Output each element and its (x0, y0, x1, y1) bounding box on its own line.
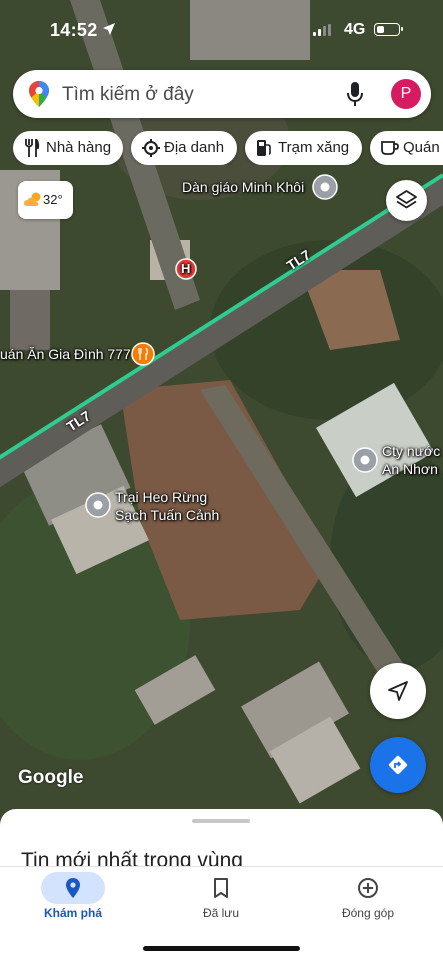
weather-widget[interactable]: 32° (18, 181, 73, 219)
restaurant-icon[interactable] (131, 342, 155, 366)
home-indicator[interactable] (143, 946, 300, 951)
nav-contribute[interactable]: Đóng góp (308, 867, 428, 937)
nav-icon-pill (336, 872, 400, 904)
recenter-button[interactable] (370, 663, 426, 719)
sheet-drag-handle[interactable] (192, 819, 250, 823)
battery-nub (401, 27, 403, 31)
status-bar: 14:52 4G (0, 0, 443, 60)
category-chips: Nhà hàng Địa danh Trạm xăng Quán (13, 131, 443, 165)
google-maps-pin-icon (29, 81, 49, 107)
add-circle-icon (358, 878, 378, 898)
search-bar[interactable]: Tìm kiếm ở đây P (13, 70, 431, 118)
weather-temperature: 32° (43, 192, 63, 207)
nav-explore[interactable]: Khám phá (13, 867, 133, 937)
bookmark-icon (214, 878, 228, 898)
chip-label: Nhà hàng (46, 139, 112, 156)
chip-label: Quán (403, 139, 440, 156)
chip-gas-stations[interactable]: Trạm xăng (245, 131, 362, 165)
location-arrow-icon (103, 23, 115, 35)
nav-saved[interactable]: Đã lưu (161, 867, 281, 937)
pin-icon[interactable] (352, 447, 378, 473)
directions-icon (388, 755, 408, 775)
battery-level (376, 25, 384, 33)
hospital-letter: H (181, 261, 191, 276)
pin-icon[interactable] (312, 174, 338, 200)
pin-icon[interactable] (85, 492, 111, 518)
network-type: 4G (344, 21, 366, 38)
status-time: 14:52 (50, 20, 98, 40)
chip-cafes[interactable]: Quán (370, 131, 443, 165)
nav-icon-pill (189, 872, 253, 904)
partly-cloudy-icon (24, 192, 41, 206)
navigation-arrow-icon (388, 681, 408, 701)
fuel-icon (257, 140, 271, 156)
place-label-quan-an[interactable]: uán Ăn Gia Đình 777 (0, 346, 131, 362)
explore-pin-icon (66, 878, 80, 898)
nav-label: Đã lưu (202, 906, 240, 920)
place-label-trai-heo[interactable]: Trại Heo Rừng (115, 489, 207, 505)
avatar[interactable]: P (391, 79, 421, 109)
nav-label: Đóng góp (341, 906, 395, 920)
nav-label: Khám phá (43, 906, 102, 920)
battery-icon (374, 23, 403, 36)
nav-icon-pill (41, 872, 105, 904)
cellular-signal-icon (313, 24, 331, 36)
layers-icon (396, 190, 417, 209)
chip-restaurants[interactable]: Nhà hàng (13, 131, 123, 165)
coffee-icon (381, 141, 399, 155)
place-label-dan-giao[interactable]: Dàn giáo Minh Khôi (182, 179, 304, 195)
layers-button[interactable] (386, 180, 427, 221)
chip-label: Địa danh (164, 139, 225, 156)
chip-label: Trạm xăng (278, 139, 350, 156)
place-label-cty-nuoc-line2[interactable]: An Nhơn (382, 461, 438, 477)
place-label-cty-nuoc[interactable]: Cty nước (382, 443, 440, 459)
search-placeholder[interactable]: Tìm kiếm ở đây (62, 84, 194, 106)
landmark-icon (142, 139, 160, 157)
utensils-icon (25, 139, 40, 157)
chip-landmarks[interactable]: Địa danh (131, 131, 237, 165)
google-logo: Google (18, 767, 84, 788)
microphone-icon[interactable] (347, 82, 363, 106)
directions-button[interactable] (370, 737, 426, 793)
place-label-trai-heo-line2[interactable]: Sạch Tuấn Cảnh (115, 507, 219, 523)
